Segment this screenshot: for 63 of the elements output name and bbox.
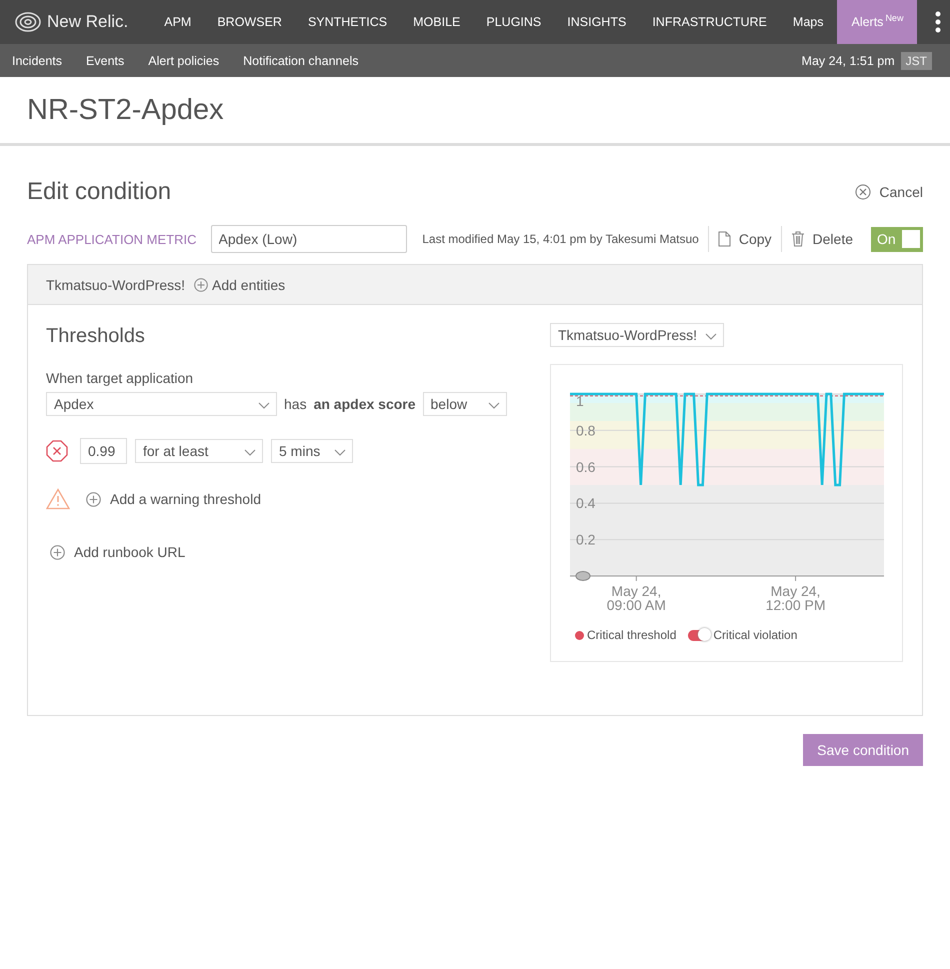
subnav-link[interactable]: Events [86,54,124,68]
chevron-icon [258,402,270,409]
chevron-icon [244,449,256,456]
subnav-link[interactable]: Alert policies [148,54,220,68]
warning-icon [46,488,70,510]
nav-tab[interactable]: APM [150,0,204,44]
zero-marker-icon [576,571,590,581]
cancel-link[interactable]: Cancel [855,184,923,200]
critical-icon [46,440,68,462]
x-tick-label: May 24, 09:00 AM [606,583,666,613]
nav-tab[interactable]: SYNTHETICS [294,0,400,44]
legend-label: Critical threshold [587,628,676,642]
condition-text: an apdex score [314,396,416,412]
has-text: has [284,396,307,412]
plus-icon [50,544,65,560]
duration-operator-select[interactable]: for at least [135,439,263,463]
nav-tab[interactable]: PLUGINS [472,0,554,44]
delete-button[interactable]: Delete [790,231,853,247]
add-entities-link[interactable]: Add entities [194,276,286,292]
document-icon [718,231,731,247]
y-tick-label: 0.8 [576,422,596,438]
duration-select[interactable]: 5 mins [271,439,353,463]
condition-name-field[interactable]: Apdex (Low) [210,225,407,253]
more-menu-icon[interactable] [935,11,942,33]
add-warning-link[interactable]: Add a warning threshold [86,491,261,507]
thresholds-heading: Thresholds [46,325,146,348]
target-label: When target application [46,370,194,386]
nav-tab[interactable]: MOBILE [399,0,472,44]
nav-tab[interactable]: Maps [778,0,836,44]
add-runbook-link[interactable]: Add runbook URL [50,544,550,560]
copy-button[interactable]: Copy [718,231,772,247]
legend-label: Critical violation [713,628,798,642]
legend-toggle[interactable] [688,630,710,640]
close-icon [855,184,872,200]
subnav-link[interactable]: Incidents [12,54,62,68]
current-datetime: May 24, 1:51 pm [802,54,895,68]
operator-select[interactable]: below [422,392,507,416]
entity-name: Tkmatsuo-WordPress! [46,276,185,292]
chevron-icon [705,333,717,340]
subnav-link[interactable]: Notification channels [243,54,358,68]
nav-tab[interactable]: INSIGHTS [553,0,638,44]
plus-icon [194,278,208,292]
metric-select[interactable]: Apdex [46,392,277,416]
entity-select[interactable]: Tkmatsuo-WordPress! [550,323,724,347]
trash-icon [790,231,805,247]
metric-type-label: APM APPLICATION METRIC [27,232,197,246]
y-tick-label: 0.4 [576,495,596,512]
logo[interactable]: New Relic. [0,12,150,32]
last-modified-text: Last modified May 15, 4:01 pm by Takesumi Matsuo [422,232,699,246]
threshold-value-field[interactable]: 0.99 [80,438,127,464]
y-tick-label: 0.6 [576,458,596,475]
chevron-icon [334,449,346,456]
y-tick-label: 0.2 [576,532,596,548]
chevron-icon [488,402,500,409]
logo-icon [15,12,41,32]
y-tick-label: 1 [576,393,584,409]
logo-text: New Relic. [47,12,128,32]
section-heading: Edit condition [27,178,172,206]
nav-tab[interactable]: BROWSER [203,0,294,44]
plus-icon [86,492,101,506]
x-tick-label: May 24, 12:00 PM [766,583,826,613]
nav-tab[interactable]: INFRASTRUCTURE [638,0,779,44]
page-title: NR-ST2-Apdex [27,94,224,126]
